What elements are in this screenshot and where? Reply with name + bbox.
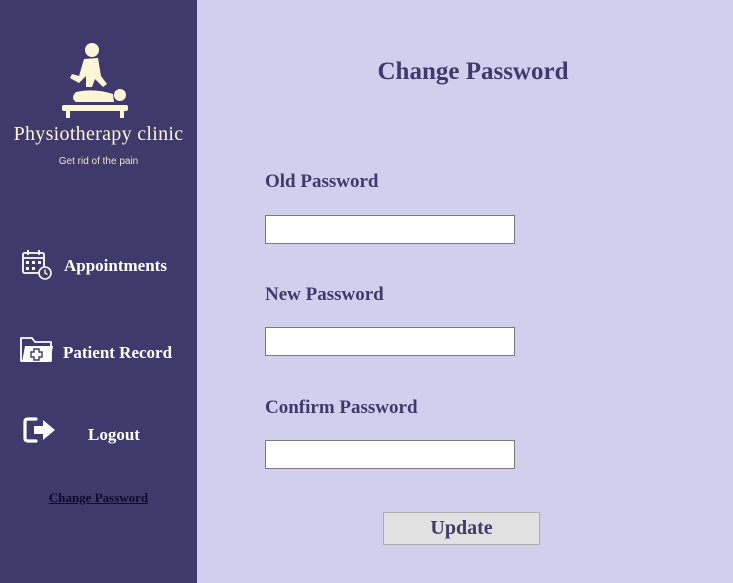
nav-logout-label: Logout [88,425,140,444]
confirm-password-field[interactable] [265,440,515,469]
nav-patient-record[interactable]: Patient Record [0,330,197,372]
logout-icon [23,417,55,443]
clinic-name: Physiotherapy clinic [13,123,184,145]
update-button[interactable]: Update [383,512,540,545]
sidebar: Physiotherapy clinic Get rid of the pain… [0,0,197,583]
nav-appointments[interactable]: Appointments [0,245,197,285]
confirm-password-label: Confirm Password [265,397,418,418]
new-password-label: New Password [265,284,384,305]
nav-appointments-label: Appointments [64,256,167,275]
nav-patient-record-label: Patient Record [63,343,173,362]
medical-folder-icon [20,337,53,362]
nav-logout[interactable]: Logout [0,414,197,454]
change-password-link[interactable]: Change Password [0,490,197,506]
old-password-label: Old Password [265,171,379,192]
new-password-field[interactable] [265,327,515,356]
calendar-clock-icon [22,250,52,280]
physiotherapy-massage-icon [62,43,128,118]
page-title: Change Password [377,58,569,85]
old-password-field[interactable] [265,215,515,244]
clinic-tagline: Get rid of the pain [58,156,139,167]
